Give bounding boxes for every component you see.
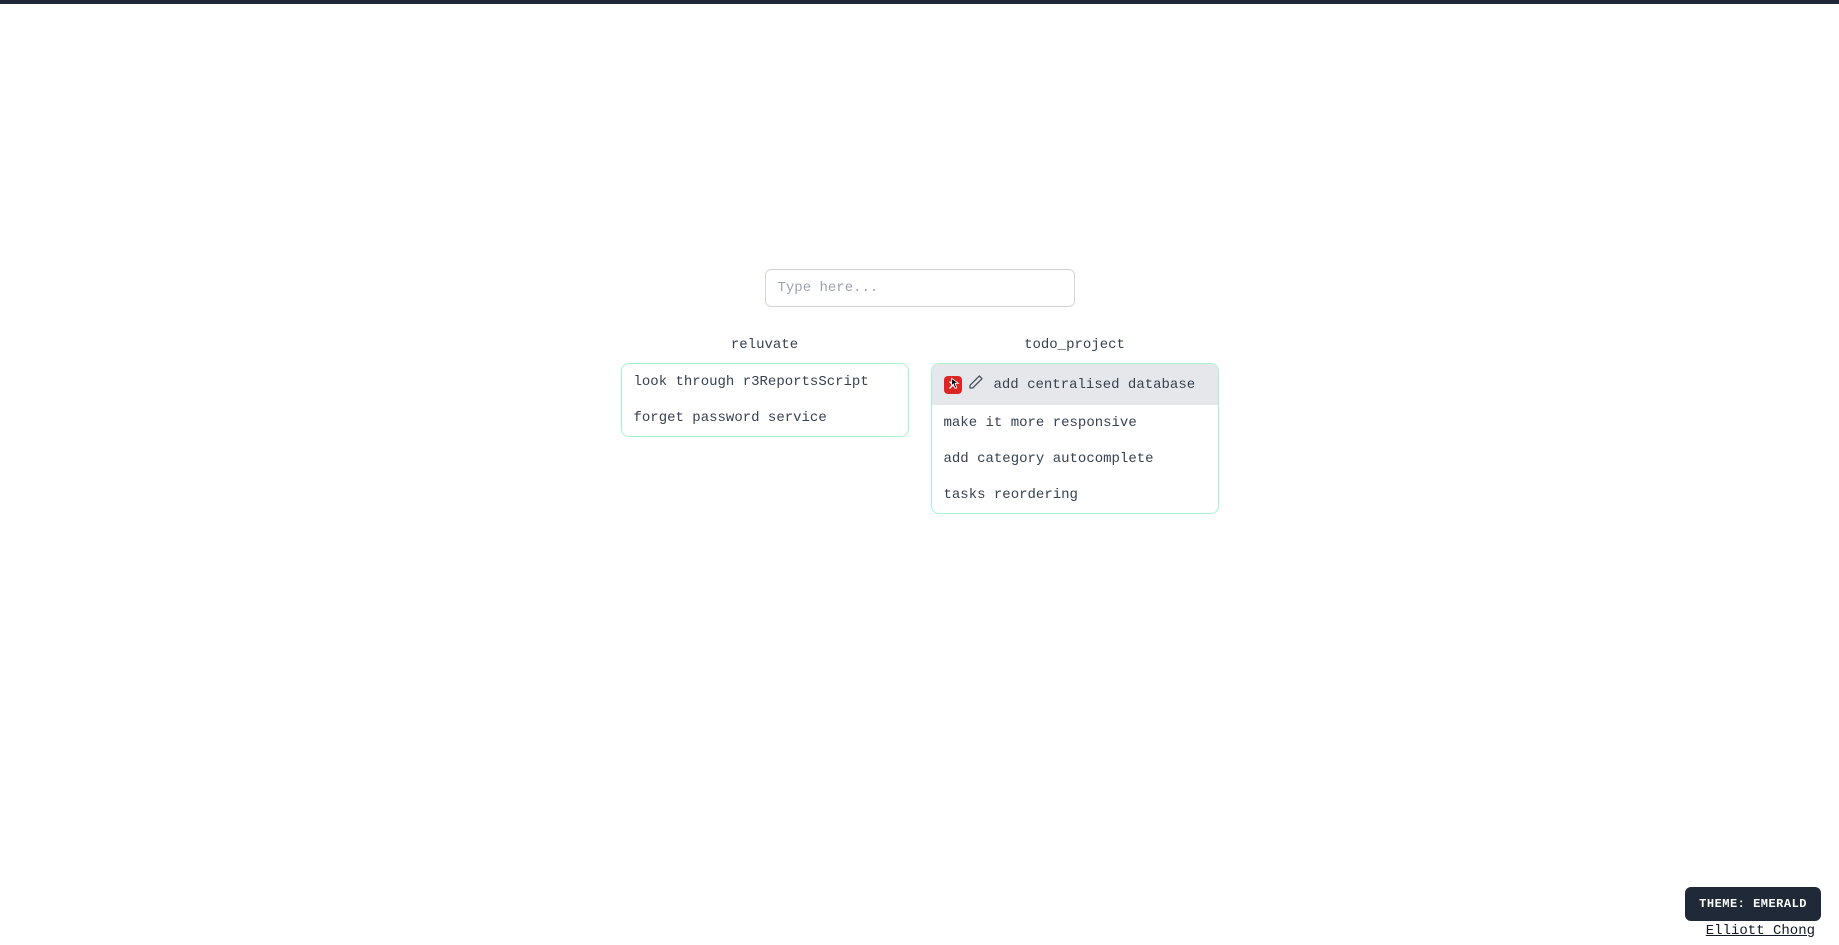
task-card: add centralised database make it more re…: [931, 363, 1219, 514]
main-content: reluvate look through r3ReportsScript fo…: [0, 4, 1839, 514]
task-text: look through r3ReportsScript: [634, 374, 869, 390]
column-title: todo_project: [1024, 337, 1125, 353]
edit-icon[interactable]: [968, 374, 984, 395]
task-text: tasks reordering: [944, 487, 1078, 503]
column-title: reluvate: [731, 337, 798, 353]
footer-author-link[interactable]: Elliott Chong: [1706, 923, 1815, 939]
task-text: add category autocomplete: [944, 451, 1154, 467]
theme-badge[interactable]: THEME: EMERALD: [1685, 887, 1821, 921]
delete-icon[interactable]: [944, 376, 962, 394]
task-text: forget password service: [634, 410, 827, 426]
task-row[interactable]: forget password service: [622, 400, 908, 436]
task-hover-actions: [944, 374, 984, 395]
task-text: make it more responsive: [944, 415, 1137, 431]
columns-container: reluvate look through r3ReportsScript fo…: [621, 337, 1219, 514]
task-row[interactable]: look through r3ReportsScript: [622, 364, 908, 400]
task-card: look through r3ReportsScript forget pass…: [621, 363, 909, 437]
task-text: add centralised database: [994, 377, 1196, 393]
task-row[interactable]: add category autocomplete: [932, 441, 1218, 477]
column-reluvate: reluvate look through r3ReportsScript fo…: [621, 337, 909, 514]
task-row[interactable]: tasks reordering: [932, 477, 1218, 513]
task-row[interactable]: make it more responsive: [932, 405, 1218, 441]
task-row[interactable]: add centralised database: [932, 364, 1218, 405]
search-input[interactable]: [765, 269, 1075, 307]
column-todo-project: todo_project: [931, 337, 1219, 514]
